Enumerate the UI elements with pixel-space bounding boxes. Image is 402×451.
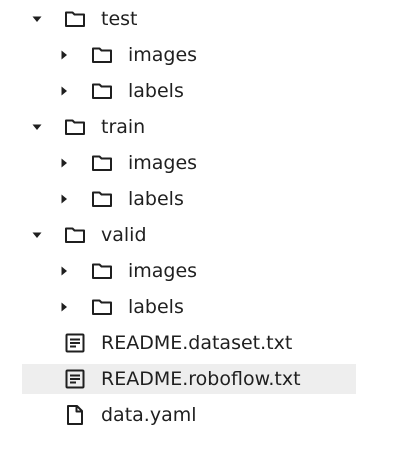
tree-folder-label: images bbox=[128, 152, 198, 174]
caret-right-icon[interactable] bbox=[58, 49, 70, 61]
tree-file-readme-dataset[interactable]: README.dataset.txt bbox=[0, 328, 402, 364]
file-icon bbox=[63, 403, 87, 427]
tree-file-label: README.dataset.txt bbox=[101, 332, 293, 354]
tree-folder-valid[interactable]: valid bbox=[0, 220, 402, 256]
tree-folder-label: labels bbox=[128, 296, 184, 318]
folder-icon bbox=[90, 259, 114, 283]
tree-folder-label: images bbox=[128, 260, 198, 282]
caret-right-icon[interactable] bbox=[58, 85, 70, 97]
folder-icon bbox=[90, 43, 114, 67]
tree-file-label: data.yaml bbox=[101, 404, 197, 426]
tree-folder-label: labels bbox=[128, 188, 184, 210]
tree-folder-valid-images[interactable]: images bbox=[0, 256, 402, 292]
folder-icon bbox=[63, 223, 87, 247]
text-file-icon bbox=[63, 331, 87, 355]
caret-right-icon[interactable] bbox=[58, 265, 70, 277]
tree-file-label: README.roboflow.txt bbox=[101, 368, 301, 390]
tree-folder-label: train bbox=[101, 116, 146, 138]
caret-down-icon[interactable] bbox=[31, 13, 43, 25]
folder-icon bbox=[63, 7, 87, 31]
text-file-icon bbox=[63, 367, 87, 391]
folder-icon bbox=[90, 151, 114, 175]
folder-icon bbox=[90, 79, 114, 103]
tree-folder-test[interactable]: test bbox=[0, 4, 402, 40]
caret-right-icon[interactable] bbox=[58, 193, 70, 205]
caret-down-icon[interactable] bbox=[31, 229, 43, 241]
tree-folder-train-labels[interactable]: labels bbox=[0, 184, 402, 220]
folder-icon bbox=[63, 115, 87, 139]
tree-folder-test-images[interactable]: images bbox=[0, 40, 402, 76]
tree-folder-train[interactable]: train bbox=[0, 112, 402, 148]
tree-folder-label: labels bbox=[128, 80, 184, 102]
tree-file-data-yaml[interactable]: data.yaml bbox=[0, 400, 402, 436]
tree-folder-train-images[interactable]: images bbox=[0, 148, 402, 184]
tree-folder-label: images bbox=[128, 44, 198, 66]
file-tree: test images labels train images labels v… bbox=[0, 4, 402, 436]
caret-right-icon[interactable] bbox=[58, 301, 70, 313]
caret-right-icon[interactable] bbox=[58, 157, 70, 169]
tree-folder-test-labels[interactable]: labels bbox=[0, 76, 402, 112]
folder-icon bbox=[90, 295, 114, 319]
tree-file-readme-roboflow[interactable]: README.roboflow.txt bbox=[0, 364, 402, 400]
folder-icon bbox=[90, 187, 114, 211]
tree-folder-valid-labels[interactable]: labels bbox=[0, 292, 402, 328]
tree-folder-label: test bbox=[101, 8, 138, 30]
caret-down-icon[interactable] bbox=[31, 121, 43, 133]
tree-folder-label: valid bbox=[101, 224, 147, 246]
